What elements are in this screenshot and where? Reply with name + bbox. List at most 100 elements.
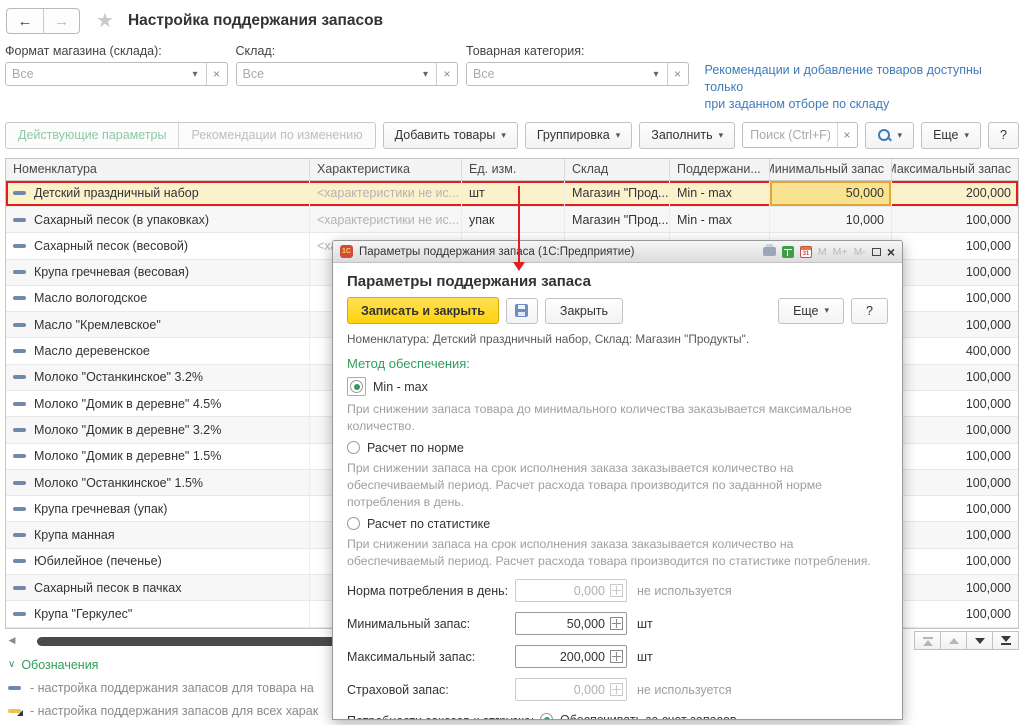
dialog-body: Параметры поддержания запаса Записать и … [333, 263, 902, 719]
cell-max-stock: 400,000 [891, 338, 1018, 364]
max-stock-input[interactable]: 200,000 [515, 645, 627, 669]
field-suffix: не используется [637, 583, 732, 598]
scroll-left-icon[interactable]: ◀ [5, 635, 19, 646]
field-daily-consumption: Норма потребления в день: 0,000 не испол… [347, 579, 888, 603]
dialog-titlebar[interactable]: 1С Параметры поддержания запаса (1С:Пред… [333, 241, 902, 263]
col-method[interactable]: Поддержани... [669, 158, 769, 180]
help-button[interactable]: ? [988, 121, 1019, 149]
calendar-icon[interactable]: 31 [799, 245, 812, 258]
more-button[interactable]: Еще ▾ [921, 121, 982, 149]
dialog-help-button[interactable]: ? [851, 297, 888, 324]
col-characteristic[interactable]: Характеристика [309, 158, 461, 180]
col-unit[interactable]: Ед. изм. [461, 158, 564, 180]
cell-warehouse: Магазин "Прод... [564, 180, 669, 206]
go-first-button[interactable] [914, 631, 941, 651]
field-value: 200,000 [559, 649, 605, 664]
fill-button[interactable]: Заполнить ▾ [639, 121, 736, 149]
filter-warehouse-input[interactable] [236, 63, 416, 85]
cell-nomenclature: Масло "Кремлевское" [6, 312, 309, 337]
col-min-stock[interactable]: Минимальный запас [769, 158, 891, 180]
safety-stock-input[interactable]: 0,000 [515, 678, 627, 702]
table-row[interactable]: Сахарный песок (в упаковках) <характерис… [6, 206, 1018, 234]
go-prev-button[interactable] [940, 631, 967, 651]
field-safety-stock: Страховой запас: 0,000 не используется [347, 678, 888, 702]
calculator-icon[interactable] [610, 584, 623, 598]
calculator-icon[interactable] [781, 245, 794, 258]
daily-consumption-input[interactable]: 0,000 [515, 579, 627, 603]
table-header: Номенклатура Характеристика Ед. изм. Скл… [6, 158, 1018, 181]
radio-icon[interactable] [347, 517, 360, 531]
by-norm-description: При снижении запаса на срок исполнения з… [347, 460, 822, 509]
radio-by-statistics[interactable]: Расчет по статистике [347, 517, 888, 531]
add-goods-label: Добавить товары [394, 128, 496, 143]
clear-icon[interactable]: × [666, 63, 688, 85]
grouping-label: Группировка [536, 128, 610, 143]
search-input[interactable] [743, 123, 837, 148]
tab-active-parameters[interactable]: Действующие параметры [6, 123, 178, 148]
min-stock-input[interactable]: 50,000 [515, 612, 627, 636]
cell-warehouse: Магазин "Прод... [564, 206, 669, 233]
filter-store-format-input[interactable] [6, 63, 185, 85]
close-button[interactable]: Закрыть [544, 297, 624, 324]
chevron-down-icon[interactable]: ▾ [185, 63, 206, 85]
calculator-icon[interactable] [610, 683, 623, 697]
save-and-close-button[interactable]: Записать и закрыть [347, 297, 499, 324]
cell-max-stock: 100,000 [891, 233, 1018, 259]
chevron-down-icon[interactable]: ▾ [415, 63, 436, 85]
top-bar: ← → ★ Настройка поддержания запасов [0, 0, 1024, 34]
filter-category-combo[interactable]: ▾ × [466, 62, 689, 86]
clear-icon[interactable]: × [436, 63, 457, 85]
chevron-down-icon: ▾ [718, 129, 724, 140]
calculator-icon[interactable] [610, 650, 623, 664]
inventory-settings-window: ← → ★ Настройка поддержания запасов Форм… [0, 0, 1024, 725]
clear-icon[interactable]: × [205, 63, 227, 85]
filter-category-input[interactable] [467, 63, 646, 85]
chevron-down-icon[interactable]: ▾ [646, 63, 667, 85]
filter-warehouse-combo[interactable]: ▾ × [235, 62, 459, 86]
close-icon[interactable]: × [887, 245, 895, 259]
radio-from-stock[interactable]: Обеспечивать за счет запасов [540, 713, 861, 719]
cell-nomenclature: Крупа манная [6, 522, 309, 547]
maximize-icon[interactable] [871, 247, 881, 256]
filter-store-format-combo[interactable]: ▾ × [5, 62, 228, 86]
back-button[interactable]: ← [7, 9, 43, 33]
col-max-stock[interactable]: Максимальный запас [891, 158, 1018, 180]
cell-max-stock: 100,000 [891, 496, 1018, 522]
radio-by-norm-label: Расчет по норме [367, 440, 464, 455]
tab-change-recommendations[interactable]: Рекомендации по изменению [178, 122, 374, 148]
col-warehouse[interactable]: Склад [564, 158, 669, 180]
radio-icon[interactable] [350, 380, 363, 393]
col-nomenclature[interactable]: Номенклатура [6, 159, 309, 180]
add-goods-button[interactable]: Добавить товары ▾ [382, 121, 518, 149]
favorite-star-icon[interactable]: ★ [96, 11, 114, 31]
stock-setting-dash-icon [13, 427, 26, 432]
stock-setting-dash-icon [13, 375, 26, 380]
clear-icon[interactable]: × [836, 123, 857, 148]
memory-m-plus-button[interactable]: M+ [833, 246, 848, 258]
save-button[interactable] [505, 297, 538, 324]
legend-title-label: Обозначения [21, 657, 99, 672]
go-last-button[interactable] [992, 631, 1019, 651]
table-row[interactable]: Детский праздничный набор <характеристик… [6, 180, 1018, 207]
radio-by-norm[interactable]: Расчет по норме [347, 441, 888, 455]
calculator-icon[interactable] [610, 617, 623, 631]
chevron-down-icon: ▾ [501, 129, 506, 140]
dialog-more-label: Еще [793, 303, 819, 318]
cell-max-stock: 100,000 [891, 417, 1018, 443]
radio-min-max[interactable]: Min - max [347, 377, 888, 396]
grouping-button[interactable]: Группировка ▾ [524, 121, 633, 149]
memory-m-minus-button[interactable]: M- [854, 246, 866, 258]
forward-button[interactable]: → [43, 9, 79, 33]
radio-icon[interactable] [347, 441, 360, 455]
shipment-needs-label: Потребности заказов к отгрузке: [347, 713, 540, 719]
search-options-button[interactable]: ▾ [864, 121, 915, 149]
radio-icon[interactable] [540, 713, 553, 719]
memory-m-button[interactable]: M [818, 246, 827, 258]
cell-max-stock: 100,000 [891, 364, 1018, 390]
dialog-more-button[interactable]: Еще ▾ [778, 297, 845, 324]
cell-max-stock: 100,000 [891, 601, 1018, 627]
go-next-button[interactable] [966, 631, 993, 651]
printer-icon[interactable] [762, 244, 776, 256]
field-label: Норма потребления в день: [347, 583, 509, 598]
filter-category: Товарная категория: ▾ × [466, 44, 689, 113]
